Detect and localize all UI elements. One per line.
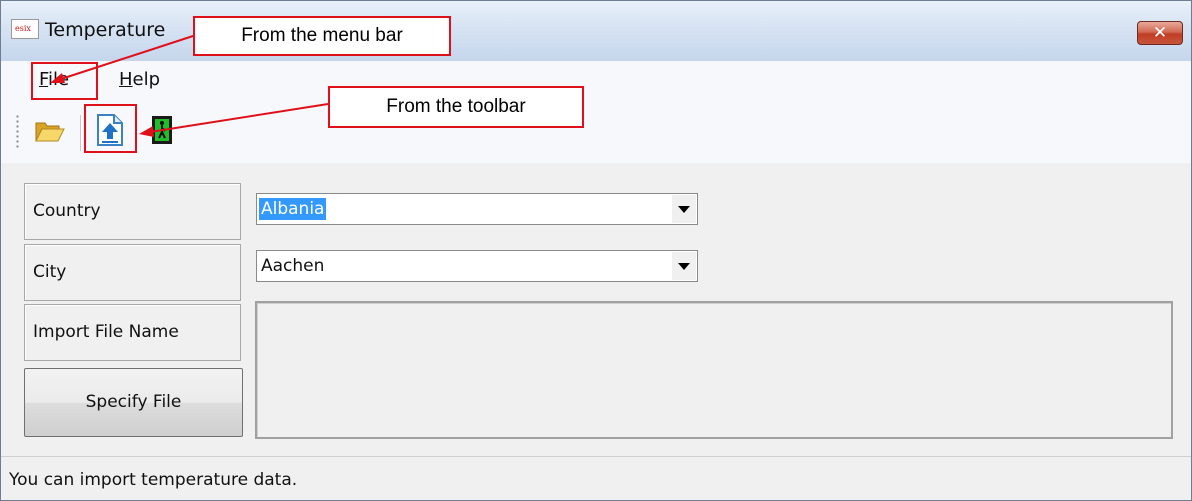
country-dropdown-arrow-icon[interactable] — [672, 195, 696, 223]
app-icon: esix — [11, 19, 39, 39]
menu-bar-callout: From the menu bar — [193, 16, 451, 56]
country-label: Country — [24, 183, 241, 240]
import-file-name-label: Import File Name — [24, 304, 241, 361]
status-text: You can import temperature data. — [9, 470, 298, 490]
menu-file-highlight — [31, 62, 98, 100]
toolbar-separator — [80, 115, 82, 151]
app-window: esix Temperature ✕ File Help Country Alb… — [0, 0, 1192, 501]
import-file-name-field — [255, 301, 1173, 439]
country-combobox[interactable]: Albania — [256, 193, 698, 225]
city-selected-value: Aachen — [261, 256, 325, 276]
city-label: City — [24, 244, 241, 301]
toolbar — [1, 101, 1191, 163]
specify-file-button[interactable]: Specify File — [24, 368, 243, 437]
toolbar-callout: From the toolbar — [328, 86, 584, 128]
city-combobox[interactable]: Aachen — [256, 250, 698, 282]
close-button[interactable]: ✕ — [1137, 21, 1183, 45]
country-selected-value: Albania — [259, 198, 327, 220]
open-folder-icon[interactable] — [35, 119, 65, 143]
exit-door-icon[interactable] — [151, 115, 173, 145]
menu-help[interactable]: Help — [119, 69, 160, 90]
window-title: Temperature — [45, 19, 166, 41]
title-bar: esix Temperature ✕ — [1, 1, 1191, 61]
close-icon: ✕ — [1152, 23, 1168, 43]
city-dropdown-arrow-icon[interactable] — [672, 252, 696, 280]
menu-bar — [1, 61, 1191, 101]
toolbar-grip[interactable] — [16, 114, 19, 150]
toolbar-import-highlight — [84, 104, 137, 153]
